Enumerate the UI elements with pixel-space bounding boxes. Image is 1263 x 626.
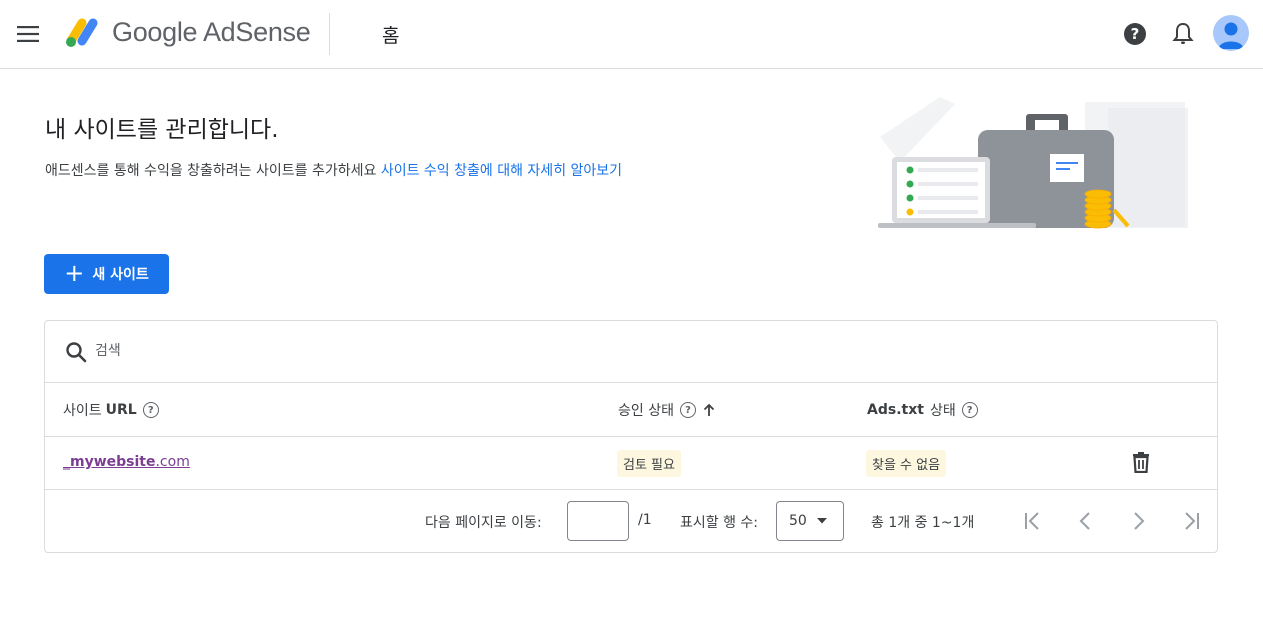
next-page-icon[interactable] [1125, 508, 1151, 534]
column-ads-txt-bold: Ads.txt [867, 402, 924, 418]
header-divider [329, 13, 330, 55]
adsense-logo[interactable]: Google AdSense [62, 15, 311, 49]
rows-per-page-select[interactable]: 50 [776, 501, 844, 541]
search-icon [66, 342, 87, 363]
hero-description-text: 애드센스를 통해 수익을 창출하려는 사이트를 추가하세요 [45, 163, 377, 179]
help-icon[interactable]: ? [1117, 16, 1153, 52]
new-site-button-label: 새 사이트 [92, 267, 149, 283]
help-circle-icon[interactable]: ? [142, 402, 159, 418]
page-title-breadcrumb: 홈 [382, 25, 400, 47]
pagination-bar: 다음 페이지로 이동: /1 표시할 행 수: 50 총 1개 중 1~1개 [45, 490, 1217, 552]
brand-name: Google AdSense [112, 16, 311, 47]
svg-text:?: ? [1131, 25, 1140, 43]
column-header-approval-status[interactable]: 승인 상태 ? [618, 400, 716, 420]
hero-description: 애드센스를 통해 수익을 창출하려는 사이트를 추가하세요 사이트 수익 창출에… [45, 160, 622, 180]
search-input[interactable] [95, 335, 695, 367]
site-url-tld: .com [155, 454, 190, 470]
rows-per-page-label: 표시할 행 수: [680, 515, 759, 531]
site-url-name: mywebsite [70, 454, 156, 470]
plus-icon: + [64, 259, 85, 287]
site-url-prefix: _ [63, 454, 70, 470]
avatar-icon [1218, 22, 1244, 49]
range-text: 총 1개 중 1~1개 [871, 515, 975, 531]
delete-trash-icon[interactable] [1131, 451, 1151, 473]
first-page-icon[interactable] [1020, 508, 1046, 534]
rows-per-page-value: 50 [789, 513, 807, 529]
table-header-row: 사이트 URL ? 승인 상태 ? Ads.txt 상태 ? [45, 383, 1217, 437]
help-circle-icon[interactable]: ? [679, 402, 696, 418]
column-header-ads-txt-status[interactable]: Ads.txt 상태 ? [867, 400, 978, 420]
table-row: _mywebsite.com 검토 필요 찾을 수 없음 [45, 437, 1217, 490]
top-app-bar: Google AdSense 홈 ? [0, 0, 1263, 69]
sites-illustration [878, 97, 1188, 229]
page-total: /1 [638, 512, 652, 528]
notifications-icon[interactable] [1165, 16, 1201, 52]
column-approval-label: 승인 상태 [618, 403, 674, 419]
column-ads-txt-suffix: 상태 [929, 403, 956, 419]
ads-txt-status-badge: 찾을 수 없음 [866, 450, 947, 477]
site-url-link[interactable]: _mywebsite.com [63, 454, 190, 470]
hero-title: 내 사이트를 관리합니다. [45, 117, 279, 143]
column-site-url-bold: URL [105, 402, 137, 418]
menu-icon[interactable] [10, 16, 46, 52]
dropdown-arrow-icon [816, 518, 827, 524]
search-bar [45, 321, 1217, 383]
new-site-button[interactable]: + 새 사이트 [44, 254, 169, 294]
account-avatar[interactable] [1213, 15, 1249, 51]
goto-page-input[interactable] [567, 501, 629, 541]
sites-table-card: 사이트 URL ? 승인 상태 ? Ads.txt 상태 ? _mywebsit… [44, 320, 1218, 553]
previous-page-icon[interactable] [1073, 508, 1099, 534]
last-page-icon[interactable] [1178, 508, 1204, 534]
sort-ascending-icon[interactable] [702, 403, 716, 417]
help-circle-icon[interactable]: ? [961, 402, 978, 418]
learn-more-link[interactable]: 사이트 수익 창출에 대해 자세히 알아보기 [381, 163, 622, 179]
column-site-url-prefix: 사이트 [63, 403, 102, 419]
goto-page-label: 다음 페이지로 이동: [425, 515, 542, 531]
adsense-logo-icon [66, 18, 98, 47]
approval-status-badge: 검토 필요 [617, 450, 681, 477]
column-header-site-url[interactable]: 사이트 URL ? [63, 400, 159, 420]
